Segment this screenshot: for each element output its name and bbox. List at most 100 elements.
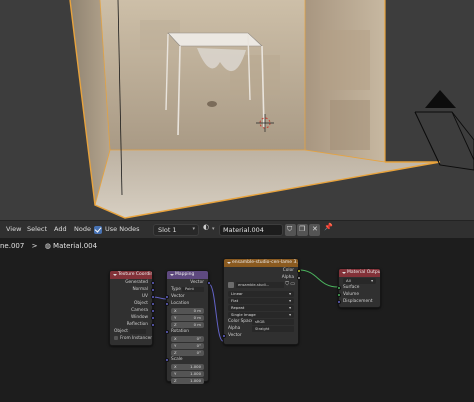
socket-dot[interactable] <box>206 280 211 285</box>
node-texture-coordinate[interactable]: Texture Coordinate Generated Normal UV O… <box>109 270 155 346</box>
socket-normal[interactable]: Normal <box>110 286 155 293</box>
duplicate-material-button[interactable]: ❐ <box>297 224 308 236</box>
color-space-dropdown[interactable]: sRGB <box>252 318 294 325</box>
socket-vector-out[interactable]: Vector <box>167 279 211 286</box>
interpolation-dropdown[interactable]: Linear ▾ <box>224 290 298 297</box>
location-y[interactable]: Y0 m <box>167 314 208 321</box>
scale-y[interactable]: Y 1.000 <box>167 370 208 377</box>
from-instancer-checkbox[interactable] <box>114 335 118 340</box>
fake-user-button[interactable]: ⛉ <box>285 224 296 236</box>
blender-window: View Select Add Node Use Nodes Slot 1 ▾ … <box>0 0 474 402</box>
socket-camera[interactable]: Camera <box>110 307 155 314</box>
socket-dot[interactable] <box>150 294 155 299</box>
slot-label: Slot 1 <box>158 226 177 234</box>
type-dropdown[interactable]: Point <box>182 287 204 292</box>
object-field-row: Object <box>110 328 152 335</box>
use-nodes-checkbox[interactable] <box>94 226 102 234</box>
rotation-x[interactable]: X 0° <box>167 335 208 342</box>
link-mapping-to-image <box>208 283 224 342</box>
node-title[interactable]: Mapping <box>167 271 208 279</box>
from-instancer-label: From Instancer <box>120 336 153 341</box>
socket-object[interactable]: Object <box>110 300 155 307</box>
socket-surface[interactable]: Surface <box>336 284 380 291</box>
socket-dot[interactable] <box>336 292 341 297</box>
menu-select[interactable]: Select <box>27 225 47 233</box>
close-icon: ✕ <box>312 225 318 233</box>
unlink-material-button[interactable]: ✕ <box>309 224 320 236</box>
socket-dot[interactable] <box>150 287 155 292</box>
3d-viewport[interactable] <box>0 0 474 220</box>
link-image-to-output <box>298 269 339 288</box>
node-title[interactable]: Material Output <box>339 269 380 277</box>
image-name-field[interactable]: ensamble-studi... <box>236 282 284 288</box>
target-dropdown-row[interactable]: All ▾ <box>339 277 380 284</box>
from-instancer-row[interactable]: From Instancer <box>110 335 152 342</box>
socket-dot[interactable] <box>150 322 155 327</box>
socket-window[interactable]: Window <box>110 314 155 321</box>
color-space-row[interactable]: Color Space sRGB <box>224 318 298 325</box>
location-label-row: Location <box>164 300 208 307</box>
source-dropdown[interactable]: Single Image ▾ <box>224 311 298 318</box>
node-mapping[interactable]: Mapping Vector Type Point Vector Locatio… <box>164 270 211 384</box>
material-name-field[interactable]: Material.004 <box>219 224 283 236</box>
socket-dot[interactable] <box>336 285 341 290</box>
location-x[interactable]: X0 m <box>167 307 208 314</box>
scale-z[interactable]: Z 1.000 <box>167 377 208 384</box>
slot-dropdown[interactable]: Slot 1 ▾ <box>153 224 199 236</box>
shield-icon[interactable]: ⛉ <box>285 281 289 288</box>
socket-dot[interactable] <box>150 315 155 320</box>
alpha-mode-label: Alpha <box>228 326 241 331</box>
rotation-y[interactable]: Y 0° <box>167 342 208 349</box>
socket-color-out[interactable]: Color <box>224 267 301 274</box>
socket-dot[interactable] <box>164 294 169 299</box>
socket-uv[interactable]: UV <box>110 293 155 300</box>
node-canvas[interactable]: ne.007 > ◍ Material.004 Texture Coordina… <box>0 238 474 402</box>
socket-dot[interactable] <box>164 357 169 362</box>
socket-dot[interactable] <box>221 333 226 338</box>
image-preview-icon[interactable] <box>228 282 234 288</box>
node-image-texture[interactable]: ensamble-studio-cen-lame 3.jpg Color Alp… <box>221 258 301 345</box>
socket-dot[interactable] <box>296 275 301 280</box>
scale-label-row: Scale <box>164 356 208 363</box>
image-selector-row[interactable]: ensamble-studi... ⛉ ▭ <box>224 281 298 290</box>
socket-dot[interactable] <box>164 329 169 334</box>
socket-dot[interactable] <box>296 268 301 273</box>
chevron-down-icon: ▾ <box>212 226 215 232</box>
menu-add[interactable]: Add <box>54 225 67 233</box>
socket-dot[interactable] <box>336 299 341 304</box>
menu-view[interactable]: View <box>6 225 21 233</box>
color-space-label: Color Space <box>228 319 254 324</box>
socket-displacement[interactable]: Displacement <box>336 298 380 305</box>
socket-volume[interactable]: Volume <box>336 291 380 298</box>
chevron-down-icon: ▾ <box>192 226 195 232</box>
alpha-mode-dropdown[interactable]: Straight <box>252 325 294 332</box>
socket-vector-in[interactable]: Vector <box>221 332 298 339</box>
node-title[interactable]: Texture Coordinate <box>110 271 152 279</box>
type-row[interactable]: Type Point <box>167 286 208 293</box>
socket-vector-in[interactable]: Vector <box>164 293 208 300</box>
scale-x[interactable]: X 1.000 <box>167 363 208 370</box>
folder-icon[interactable]: ▭ <box>290 281 295 288</box>
extension-dropdown[interactable]: Repeat ▾ <box>224 304 298 311</box>
object-picker[interactable] <box>130 329 146 334</box>
socket-dot[interactable] <box>164 301 169 306</box>
type-label: Type <box>171 287 181 292</box>
menu-node[interactable]: Node <box>74 225 91 233</box>
socket-dot[interactable] <box>150 308 155 313</box>
material-sphere-icon[interactable]: ◐ <box>203 223 209 231</box>
projection-dropdown[interactable]: Flat ▾ <box>224 297 298 304</box>
rotation-z[interactable]: Z 0° <box>167 349 208 356</box>
socket-generated[interactable]: Generated <box>110 279 155 286</box>
shield-icon: ⛉ <box>287 225 293 233</box>
location-z[interactable]: Z0 m <box>167 321 208 328</box>
socket-dot[interactable] <box>150 280 155 285</box>
use-nodes-label: Use Nodes <box>105 225 140 233</box>
node-title[interactable]: ensamble-studio-cen-lame 3.jpg <box>224 259 298 267</box>
pin-icon[interactable]: 📌 <box>324 223 333 231</box>
node-editor-header: View Select Add Node Use Nodes Slot 1 ▾ … <box>0 220 474 238</box>
node-material-output[interactable]: Material Output All ▾ Surface Volume Disp… <box>336 268 381 308</box>
alpha-mode-row[interactable]: Alpha Straight <box>224 325 298 332</box>
socket-dot[interactable] <box>150 301 155 306</box>
socket-alpha-out[interactable]: Alpha <box>224 274 301 281</box>
socket-reflection[interactable]: Reflection <box>110 321 155 328</box>
